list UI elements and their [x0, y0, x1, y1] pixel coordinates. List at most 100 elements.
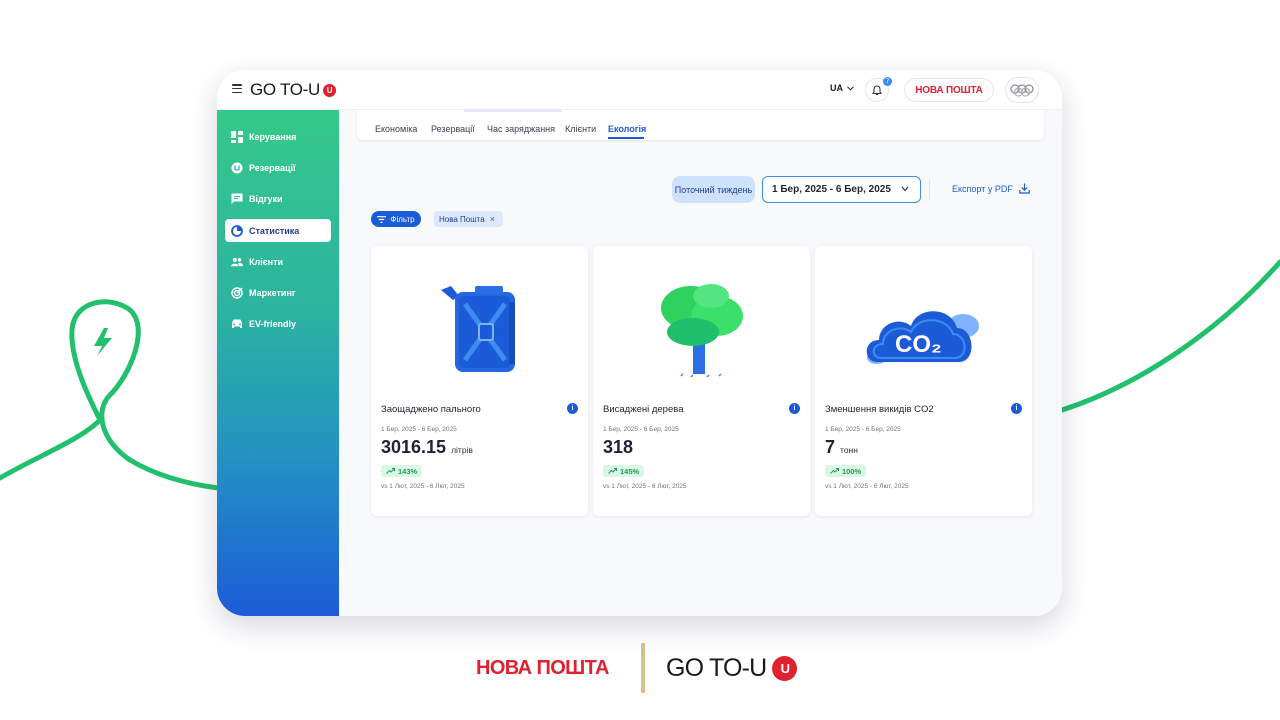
info-icon[interactable]: i — [1011, 403, 1022, 414]
card-value: 3016.15 літрів — [381, 437, 473, 458]
fuel-saved-card: Заощаджено пального i 1 Бер, 2025 - 6 Бе… — [371, 246, 588, 516]
partner-switcher[interactable]: НОВА ПОШТА — [904, 78, 994, 102]
card-comparison: vs 1 Лют, 2025 - 6 Лют, 2025 — [381, 483, 465, 490]
co2-cloud-icon: CO₂ — [866, 311, 979, 364]
filter-button[interactable]: Фільтр — [371, 211, 421, 227]
trend-badge: 145% — [603, 465, 645, 477]
statistics-icon — [231, 224, 243, 237]
card-value-unit: літрів — [451, 445, 473, 455]
language-label: UA — [830, 83, 843, 93]
sidebar-item-reviews[interactable]: Відгуки — [225, 187, 331, 210]
dashboard-icon — [231, 130, 243, 143]
sidebar-item-label: Статистика — [249, 225, 300, 236]
info-icon[interactable]: i — [789, 403, 800, 414]
avatar[interactable] — [1005, 77, 1039, 103]
card-title: Заощаджено пального — [381, 404, 481, 415]
card-comparison: vs 1 Лют, 2025 - 6 Лют, 2025 — [825, 483, 909, 490]
menu-icon[interactable] — [232, 84, 242, 93]
card-value: 7 тонн — [825, 437, 858, 458]
info-icon[interactable]: i — [567, 403, 578, 414]
sidebar-item-clients[interactable]: Клієнти — [225, 250, 331, 273]
brand-badge-icon: U — [323, 83, 337, 97]
co2-reduction-card: CO₂ Зменшення викидів CO2 i 1 Бер, 2025 … — [815, 246, 1032, 516]
filter-icon — [377, 215, 387, 223]
trend-value: 145% — [620, 466, 640, 476]
tab-bar: Економіка Резервації Час заряджання Кліє… — [357, 110, 1044, 140]
card-title: Зменшення викидів CO2 — [825, 404, 934, 415]
cable-line-right — [1059, 259, 1280, 413]
ev-friendly-icon — [231, 318, 243, 330]
sidebar-item-reservations[interactable]: Резервації — [225, 156, 331, 179]
logo-divider — [641, 643, 645, 693]
co2-label: CO₂ — [895, 331, 942, 358]
reviews-icon — [231, 193, 243, 205]
card-date-range: 1 Бер, 2025 - 6 Бер, 2025 — [825, 426, 901, 433]
filter-chip: Нова Пошта × — [434, 211, 503, 227]
notification-badge: 7 — [883, 77, 892, 86]
tab-economics[interactable]: Економіка — [375, 124, 417, 134]
trend-badge: 143% — [381, 465, 423, 477]
chevron-down-icon — [901, 186, 909, 192]
export-pdf-label: Експорт у PDF — [952, 183, 1013, 194]
tree-icon — [661, 284, 743, 378]
lightning-bolt-icon — [94, 328, 112, 356]
cable-line-left — [0, 299, 221, 491]
card-date-range: 1 Бер, 2025 - 6 Бер, 2025 — [603, 426, 679, 433]
card-title: Висаджені дерева — [603, 404, 684, 415]
sidebar-item-label: Клієнти — [249, 256, 284, 267]
reservation-icon — [231, 162, 243, 174]
tab-bar-accent — [464, 110, 562, 112]
card-comparison: vs 1 Лют, 2025 - 6 Лют, 2025 — [603, 483, 687, 490]
footer-brand-name: GO TO-U — [666, 654, 767, 682]
sidebar-item-label: Відгуки — [249, 193, 283, 204]
trees-planted-card: Висаджені дерева i 1 Бер, 2025 - 6 Бер, … — [593, 246, 810, 516]
olympic-rings-icon — [1010, 84, 1034, 97]
sidebar-item-label: Маркетинг — [249, 287, 296, 298]
tab-ecology[interactable]: Екологія — [608, 124, 646, 134]
jerrycan-icon — [441, 286, 515, 372]
card-value-number: 318 — [603, 437, 634, 457]
sidebar: Керування Резервації Відгуки Статистика … — [217, 110, 339, 616]
main-content: Економіка Резервації Час заряджання Кліє… — [339, 110, 1062, 616]
close-icon[interactable]: × — [490, 214, 495, 224]
trend-up-icon — [608, 468, 617, 474]
sidebar-item-ev-friendly[interactable]: EV-friendly — [225, 312, 331, 335]
clients-icon — [231, 256, 243, 268]
current-week-button[interactable]: Поточний тиждень — [672, 176, 755, 203]
filter-chip-label: Нова Пошта — [439, 214, 485, 224]
language-selector[interactable]: UA — [830, 83, 855, 93]
sidebar-item-label: Керування — [249, 131, 297, 142]
sidebar-item-statistics[interactable]: Статистика — [225, 219, 331, 242]
stage: GO TO-U U UA 7 НОВА ПОШТА Керування Резе… — [0, 0, 1280, 720]
trend-value: 143% — [398, 466, 418, 476]
card-value-number: 7 — [825, 437, 836, 457]
brand-badge-icon: U — [772, 656, 798, 681]
nova-poshta-logo: НОВА ПОШТА — [476, 657, 609, 679]
tab-clients[interactable]: Клієнти — [565, 124, 596, 134]
active-tab-indicator — [608, 137, 644, 139]
chevron-down-icon — [847, 86, 855, 91]
marketing-icon — [231, 286, 243, 299]
sidebar-item-dashboard[interactable]: Керування — [225, 125, 331, 148]
download-icon — [1019, 183, 1030, 194]
sidebar-item-marketing[interactable]: Маркетинг — [225, 281, 331, 304]
sidebar-item-label: Резервації — [249, 162, 296, 173]
card-value-unit: тонн — [840, 445, 858, 455]
toolbar-divider — [929, 180, 930, 200]
filter-label: Фільтр — [390, 214, 415, 224]
brand-name: GO TO-U — [250, 80, 321, 99]
trend-up-icon — [386, 468, 395, 474]
bell-icon — [872, 84, 882, 95]
card-date-range: 1 Бер, 2025 - 6 Бер, 2025 — [381, 426, 457, 433]
tab-reservations[interactable]: Резервації — [431, 124, 475, 134]
footer-logos: НОВА ПОШТА GO TO-U U — [0, 640, 1280, 700]
date-range-select[interactable]: 1 Бер, 2025 - 6 Бер, 2025 — [762, 176, 921, 203]
card-value-number: 3016.15 — [381, 437, 447, 457]
tab-charging-time[interactable]: Час заряджання — [487, 124, 555, 134]
card-value: 318 — [603, 437, 633, 458]
brand-logo[interactable]: GO TO-U U — [250, 80, 337, 100]
export-pdf-button[interactable]: Експорт у PDF — [952, 183, 1030, 194]
app-window: GO TO-U U UA 7 НОВА ПОШТА Керування Резе… — [217, 70, 1062, 616]
top-bar: GO TO-U U UA 7 НОВА ПОШТА — [217, 70, 1062, 110]
trend-value: 100% — [842, 466, 862, 476]
